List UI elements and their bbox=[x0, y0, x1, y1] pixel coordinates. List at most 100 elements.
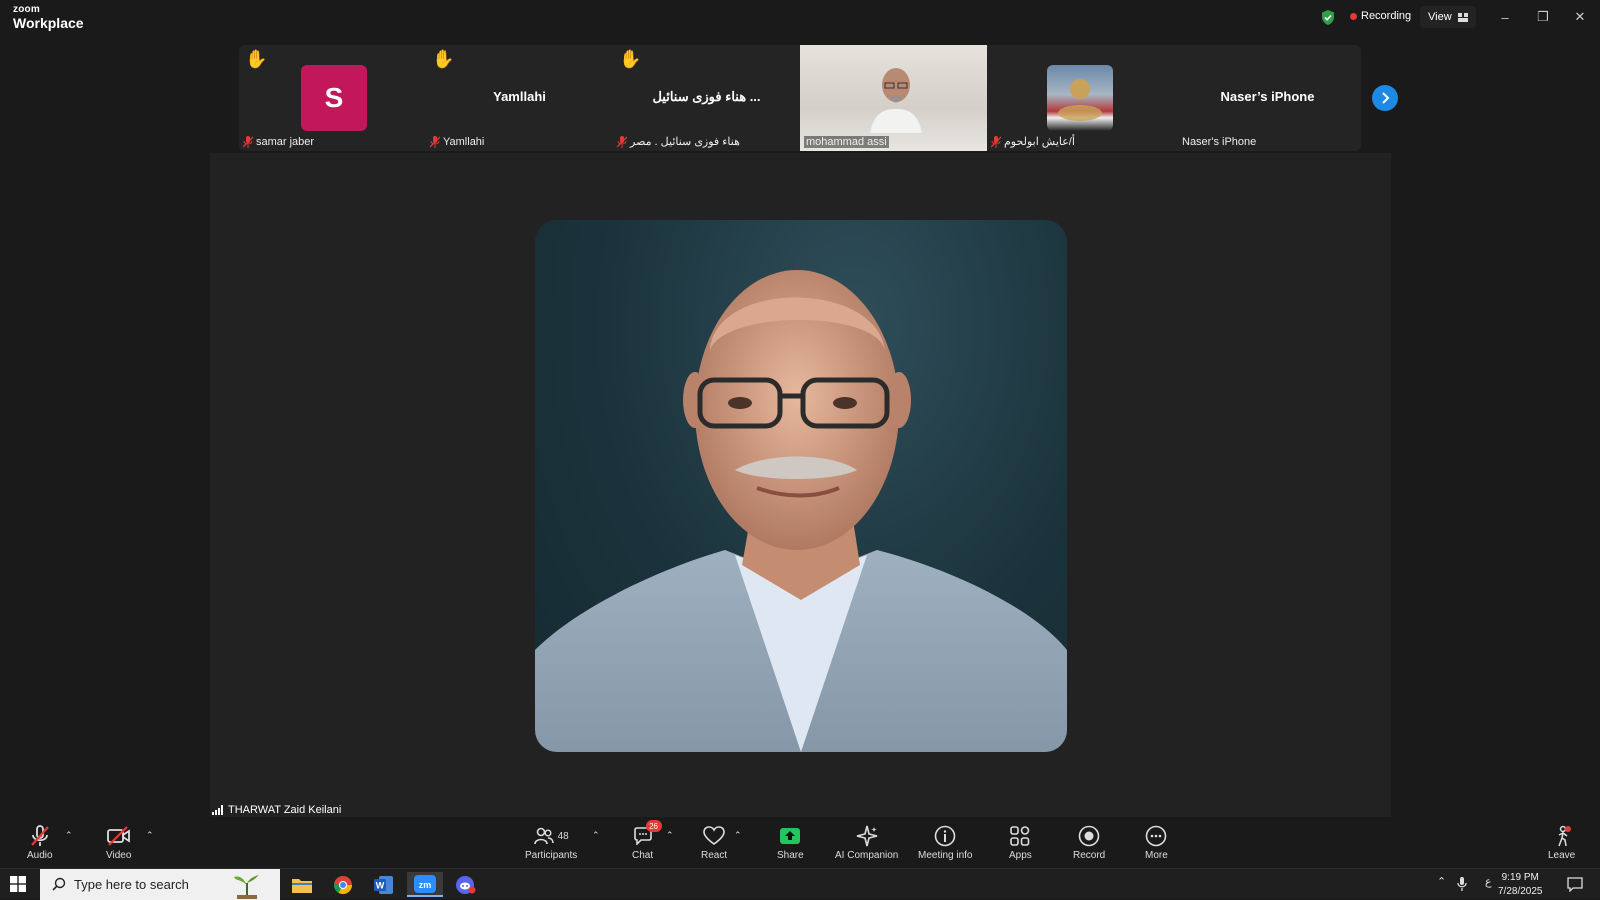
language-indicator[interactable]: ع bbox=[1485, 875, 1492, 888]
view-button[interactable]: View bbox=[1420, 6, 1476, 28]
participant-profile-picture bbox=[1047, 65, 1113, 131]
mic-muted-icon bbox=[430, 136, 440, 148]
recording-indicator[interactable]: Recording bbox=[1350, 10, 1411, 22]
recording-dot-icon bbox=[1350, 12, 1357, 20]
system-clock[interactable]: 9:19 PM 7/28/2025 bbox=[1498, 871, 1543, 899]
recording-label: Recording bbox=[1361, 10, 1412, 22]
mic-muted-icon bbox=[243, 136, 253, 148]
meeting-info-button[interactable]: Meeting info bbox=[918, 824, 972, 861]
participants-label: Participants bbox=[525, 850, 578, 861]
video-label: Video bbox=[106, 850, 132, 861]
chat-button[interactable]: 26 Chat bbox=[632, 820, 662, 861]
record-button[interactable]: Record bbox=[1073, 824, 1105, 861]
speaker-portrait bbox=[535, 270, 1067, 752]
participant-name-text: هناء فوزى سنائيل . مصر bbox=[630, 136, 740, 148]
windows-start-icon[interactable] bbox=[10, 876, 26, 892]
meeting-info-label: Meeting info bbox=[918, 850, 973, 861]
encryption-shield-icon[interactable] bbox=[1320, 9, 1336, 26]
plant-decoration-icon bbox=[234, 873, 260, 899]
minimize-button[interactable]: – bbox=[1491, 6, 1519, 28]
clock-date: 7/28/2025 bbox=[1498, 886, 1543, 897]
participant-name: mohammad assi bbox=[804, 136, 889, 148]
video-button[interactable]: Video bbox=[106, 824, 131, 861]
chat-label: Chat bbox=[632, 850, 654, 861]
participant-video-feed bbox=[870, 68, 922, 133]
grid-view-icon bbox=[1457, 12, 1468, 22]
notifications-icon[interactable] bbox=[1567, 877, 1583, 892]
microphone-tray-icon[interactable] bbox=[1457, 877, 1467, 891]
participants-count: 48 bbox=[557, 830, 569, 842]
word-taskbar-icon[interactable]: W bbox=[366, 872, 402, 897]
zoom-taskbar-icon[interactable]: zm bbox=[407, 872, 443, 897]
ai-companion-label: AI Companion bbox=[835, 850, 899, 861]
raised-hand-icon: ✋ bbox=[432, 49, 455, 69]
participant-tile[interactable]: أ/عايش ابولحوم bbox=[987, 45, 1174, 151]
participant-name-text: Yamllahi bbox=[443, 136, 485, 148]
share-label: Share bbox=[777, 850, 804, 861]
participants-options-caret-icon[interactable]: ⌃ bbox=[592, 830, 600, 841]
participants-icon bbox=[533, 827, 554, 845]
participants-button[interactable]: 48 Participants bbox=[525, 824, 577, 861]
audio-label: Audio bbox=[27, 850, 53, 861]
avatar: S bbox=[301, 65, 367, 131]
windows-taskbar: Type here to search W zm ⌃ ع 9:19 PM 7/2… bbox=[0, 868, 1600, 900]
file-explorer-taskbar-icon[interactable] bbox=[284, 872, 320, 897]
participant-name-text: samar jaber bbox=[256, 136, 315, 148]
participant-tile[interactable]: ✋ Yamllahi Yamllahi bbox=[426, 45, 613, 151]
ai-sparkle-icon bbox=[856, 825, 877, 847]
participant-tile[interactable]: ✋ S samar jaber bbox=[239, 45, 426, 151]
raised-hand-icon: ✋ bbox=[619, 49, 642, 69]
participant-name: samar jaber bbox=[243, 136, 314, 148]
react-heart-icon bbox=[703, 826, 725, 845]
search-icon bbox=[52, 877, 66, 891]
apps-button[interactable]: Apps bbox=[1009, 824, 1032, 861]
participant-name: هناء فوزى سنائيل . مصر bbox=[617, 135, 740, 148]
more-dots-icon bbox=[1146, 825, 1167, 847]
react-options-caret-icon[interactable]: ⌃ bbox=[734, 830, 742, 841]
video-options-caret-icon[interactable]: ⌃ bbox=[146, 830, 154, 841]
participant-display-name: Yamllahi bbox=[493, 89, 546, 104]
more-label: More bbox=[1145, 850, 1168, 861]
active-speaker-view[interactable]: THARWAT Zaid Keilani bbox=[210, 153, 1391, 817]
taskbar-search-input[interactable]: Type here to search bbox=[40, 869, 280, 900]
more-button[interactable]: More bbox=[1145, 824, 1168, 861]
ai-companion-button[interactable]: AI Companion bbox=[835, 824, 898, 861]
show-hidden-icons-chevron-icon[interactable]: ⌃ bbox=[1437, 875, 1446, 888]
react-label: React bbox=[701, 850, 728, 861]
participant-name: أ/عايش ابولحوم bbox=[991, 135, 1075, 148]
restore-button[interactable]: ❐ bbox=[1529, 6, 1557, 28]
share-button[interactable]: Share bbox=[777, 824, 804, 861]
audio-button[interactable]: Audio bbox=[27, 824, 53, 861]
participant-name-text: أ/عايش ابولحوم bbox=[1004, 136, 1075, 148]
participant-tile[interactable]: Naser’s iPhone Naser's iPhone bbox=[1174, 45, 1361, 151]
app-logo: zoom Workplace bbox=[13, 4, 84, 31]
record-label: Record bbox=[1073, 850, 1106, 861]
participant-strip: ✋ S samar jaber ✋ Yamllahi Yamllahi ✋ هن… bbox=[239, 45, 1361, 151]
close-button[interactable]: ✕ bbox=[1566, 6, 1594, 28]
next-page-button[interactable] bbox=[1372, 85, 1398, 111]
participant-tile[interactable]: ✋ هناء فوزى سنائيل ... هناء فوزى سنائيل … bbox=[613, 45, 800, 151]
mic-muted-icon bbox=[30, 825, 49, 846]
participant-name: Naser's iPhone bbox=[1182, 136, 1256, 148]
audio-options-caret-icon[interactable]: ⌃ bbox=[65, 830, 73, 841]
title-bar: zoom Workplace Recording View – ❐ ✕ bbox=[0, 0, 1600, 36]
apps-icon bbox=[1010, 826, 1030, 846]
participant-name-text: Naser's iPhone bbox=[1182, 136, 1257, 148]
participant-display-name: Naser’s iPhone bbox=[1220, 89, 1315, 104]
speaker-profile-photo bbox=[535, 220, 1067, 752]
participant-video-tile[interactable]: mohammad assi bbox=[800, 45, 987, 151]
view-label: View bbox=[1428, 11, 1452, 23]
react-button[interactable]: React bbox=[701, 824, 727, 861]
brand-small: zoom bbox=[13, 4, 40, 15]
brand-big: Workplace bbox=[13, 15, 84, 31]
speaker-name: THARWAT Zaid Keilani bbox=[228, 804, 342, 816]
svg-text:zm: zm bbox=[419, 880, 432, 890]
participant-name-text: mohammad assi bbox=[806, 136, 887, 148]
chat-options-caret-icon[interactable]: ⌃ bbox=[666, 830, 674, 841]
leave-button[interactable]: Leave bbox=[1548, 824, 1575, 861]
chrome-taskbar-icon[interactable] bbox=[325, 872, 361, 897]
discord-taskbar-icon[interactable] bbox=[448, 872, 484, 897]
info-icon bbox=[934, 825, 956, 847]
chevron-right-icon bbox=[1382, 92, 1390, 104]
share-screen-icon bbox=[780, 828, 801, 844]
